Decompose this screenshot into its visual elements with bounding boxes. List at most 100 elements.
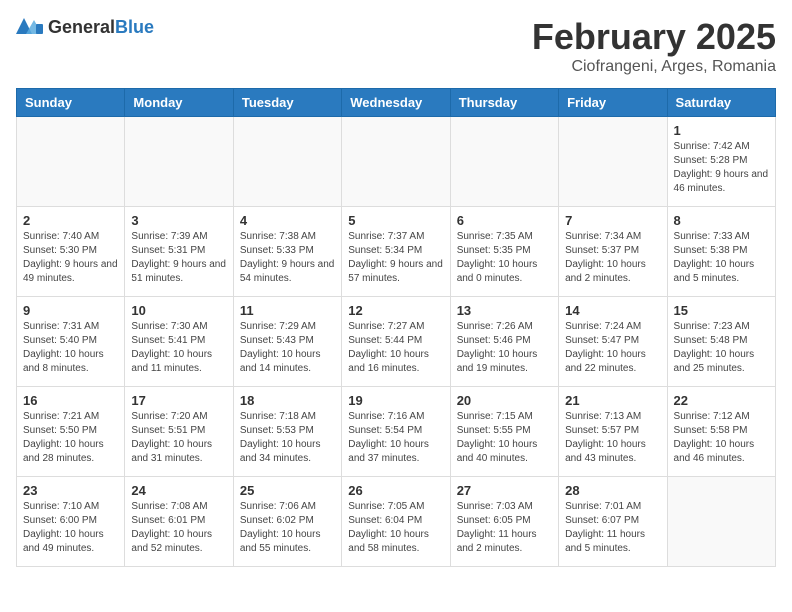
calendar-day-cell: 15 Sunrise: 7:23 AM Sunset: 5:48 PM Dayli… [667, 297, 775, 387]
day-info: Sunrise: 7:30 AM Sunset: 5:41 PM Dayligh… [131, 320, 226, 376]
calendar-table: SundayMondayTuesdayWednesdayThursdayFrid… [16, 88, 776, 567]
day-info: Sunrise: 7:13 AM Sunset: 5:57 PM Dayligh… [565, 410, 660, 466]
calendar-day-cell: 10 Sunrise: 7:30 AM Sunset: 5:41 PM Dayli… [125, 297, 233, 387]
calendar-day-cell [233, 117, 341, 207]
day-number: 25 [240, 483, 335, 498]
day-info: Sunrise: 7:31 AM Sunset: 5:40 PM Dayligh… [23, 320, 118, 376]
day-number: 10 [131, 303, 226, 318]
calendar-week-row: 1 Sunrise: 7:42 AM Sunset: 5:28 PM Daylig… [17, 117, 776, 207]
day-number: 16 [23, 393, 118, 408]
calendar-day-cell: 21 Sunrise: 7:13 AM Sunset: 5:57 PM Dayli… [559, 387, 667, 477]
day-info: Sunrise: 7:15 AM Sunset: 5:55 PM Dayligh… [457, 410, 552, 466]
calendar-day-cell: 11 Sunrise: 7:29 AM Sunset: 5:43 PM Dayli… [233, 297, 341, 387]
logo: GeneralBlue [16, 16, 154, 38]
day-of-week-header: Sunday [17, 89, 125, 117]
calendar-day-cell: 24Sunrise: 7:08 AM Sunset: 6:01 PM Dayli… [125, 477, 233, 567]
calendar-day-cell: 4 Sunrise: 7:38 AM Sunset: 5:33 PM Daylig… [233, 207, 341, 297]
day-info: Sunrise: 7:37 AM Sunset: 5:34 PM Dayligh… [348, 230, 443, 286]
calendar-header-row: SundayMondayTuesdayWednesdayThursdayFrid… [17, 89, 776, 117]
calendar-day-cell: 18Sunrise: 7:18 AM Sunset: 5:53 PM Dayli… [233, 387, 341, 477]
header: GeneralBlue February 2025 Ciofrangeni, A… [16, 16, 776, 76]
day-number: 17 [131, 393, 226, 408]
day-number: 22 [674, 393, 769, 408]
calendar-title: February 2025 [532, 16, 776, 58]
day-info: Sunrise: 7:26 AM Sunset: 5:46 PM Dayligh… [457, 320, 552, 376]
logo-text: GeneralBlue [48, 17, 154, 38]
day-number: 6 [457, 213, 552, 228]
day-info: Sunrise: 7:35 AM Sunset: 5:35 PM Dayligh… [457, 230, 552, 286]
day-number: 27 [457, 483, 552, 498]
day-number: 1 [674, 123, 769, 138]
calendar-day-cell: 6 Sunrise: 7:35 AM Sunset: 5:35 PM Daylig… [450, 207, 558, 297]
calendar-day-cell: 9 Sunrise: 7:31 AM Sunset: 5:40 PM Daylig… [17, 297, 125, 387]
calendar-day-cell [125, 117, 233, 207]
day-number: 19 [348, 393, 443, 408]
calendar-week-row: 23 Sunrise: 7:10 AM Sunset: 6:00 PM Dayli… [17, 477, 776, 567]
calendar-day-cell: 25 Sunrise: 7:06 AM Sunset: 6:02 PM Dayli… [233, 477, 341, 567]
calendar-day-cell [342, 117, 450, 207]
day-number: 4 [240, 213, 335, 228]
day-info: Sunrise: 7:29 AM Sunset: 5:43 PM Dayligh… [240, 320, 335, 376]
day-number: 9 [23, 303, 118, 318]
title-area: February 2025 Ciofrangeni, Arges, Romani… [532, 16, 776, 76]
calendar-day-cell: 16 Sunrise: 7:21 AM Sunset: 5:50 PM Dayli… [17, 387, 125, 477]
day-number: 23 [23, 483, 118, 498]
day-info: Sunrise: 7:21 AM Sunset: 5:50 PM Dayligh… [23, 410, 118, 466]
day-number: 12 [348, 303, 443, 318]
day-info: Sunrise: 7:16 AM Sunset: 5:54 PM Dayligh… [348, 410, 443, 466]
calendar-day-cell [559, 117, 667, 207]
day-number: 15 [674, 303, 769, 318]
day-number: 26 [348, 483, 443, 498]
day-info: Sunrise: 7:06 AM Sunset: 6:02 PM Dayligh… [240, 500, 335, 556]
day-number: 2 [23, 213, 118, 228]
day-info: Sunrise: 7:12 AM Sunset: 5:58 PM Dayligh… [674, 410, 769, 466]
calendar-day-cell [667, 477, 775, 567]
calendar-day-cell: 20 Sunrise: 7:15 AM Sunset: 5:55 PM Dayli… [450, 387, 558, 477]
day-info: Sunrise: 7:40 AM Sunset: 5:30 PM Dayligh… [23, 230, 118, 286]
day-info: Sunrise: 7:38 AM Sunset: 5:33 PM Dayligh… [240, 230, 335, 286]
day-number: 8 [674, 213, 769, 228]
day-of-week-header: Wednesday [342, 89, 450, 117]
day-info: Sunrise: 7:33 AM Sunset: 5:38 PM Dayligh… [674, 230, 769, 286]
day-info: Sunrise: 7:18 AM Sunset: 5:53 PM Dayligh… [240, 410, 335, 466]
calendar-day-cell: 17 Sunrise: 7:20 AM Sunset: 5:51 PM Dayli… [125, 387, 233, 477]
day-info: Sunrise: 7:24 AM Sunset: 5:47 PM Dayligh… [565, 320, 660, 376]
day-number: 20 [457, 393, 552, 408]
day-number: 14 [565, 303, 660, 318]
calendar-day-cell: 2 Sunrise: 7:40 AM Sunset: 5:30 PM Daylig… [17, 207, 125, 297]
day-info: Sunrise: 7:10 AM Sunset: 6:00 PM Dayligh… [23, 500, 118, 556]
calendar-week-row: 2 Sunrise: 7:40 AM Sunset: 5:30 PM Daylig… [17, 207, 776, 297]
calendar-day-cell: 1 Sunrise: 7:42 AM Sunset: 5:28 PM Daylig… [667, 117, 775, 207]
day-number: 3 [131, 213, 226, 228]
day-info: Sunrise: 7:01 AM Sunset: 6:07 PM Dayligh… [565, 500, 660, 556]
day-info: Sunrise: 7:39 AM Sunset: 5:31 PM Dayligh… [131, 230, 226, 286]
day-info: Sunrise: 7:03 AM Sunset: 6:05 PM Dayligh… [457, 500, 552, 556]
calendar-day-cell: 8 Sunrise: 7:33 AM Sunset: 5:38 PM Daylig… [667, 207, 775, 297]
calendar-day-cell: 5 Sunrise: 7:37 AM Sunset: 5:34 PM Daylig… [342, 207, 450, 297]
calendar-day-cell: 23 Sunrise: 7:10 AM Sunset: 6:00 PM Dayli… [17, 477, 125, 567]
calendar-day-cell: 13 Sunrise: 7:26 AM Sunset: 5:46 PM Dayli… [450, 297, 558, 387]
day-of-week-header: Saturday [667, 89, 775, 117]
day-number: 28 [565, 483, 660, 498]
calendar-week-row: 9 Sunrise: 7:31 AM Sunset: 5:40 PM Daylig… [17, 297, 776, 387]
calendar-day-cell [450, 117, 558, 207]
day-info: Sunrise: 7:20 AM Sunset: 5:51 PM Dayligh… [131, 410, 226, 466]
calendar-day-cell [17, 117, 125, 207]
day-number: 24 [131, 483, 226, 498]
calendar-subtitle: Ciofrangeni, Arges, Romania [532, 58, 776, 76]
day-of-week-header: Tuesday [233, 89, 341, 117]
logo-icon [16, 16, 44, 38]
calendar-week-row: 16 Sunrise: 7:21 AM Sunset: 5:50 PM Dayli… [17, 387, 776, 477]
day-info: Sunrise: 7:42 AM Sunset: 5:28 PM Dayligh… [674, 140, 769, 196]
day-info: Sunrise: 7:23 AM Sunset: 5:48 PM Dayligh… [674, 320, 769, 376]
day-number: 13 [457, 303, 552, 318]
calendar-day-cell: 27 Sunrise: 7:03 AM Sunset: 6:05 PM Dayli… [450, 477, 558, 567]
calendar-day-cell: 26Sunrise: 7:05 AM Sunset: 6:04 PM Dayli… [342, 477, 450, 567]
day-of-week-header: Monday [125, 89, 233, 117]
calendar-day-cell: 3 Sunrise: 7:39 AM Sunset: 5:31 PM Daylig… [125, 207, 233, 297]
day-number: 21 [565, 393, 660, 408]
day-info: Sunrise: 7:27 AM Sunset: 5:44 PM Dayligh… [348, 320, 443, 376]
day-number: 5 [348, 213, 443, 228]
day-number: 11 [240, 303, 335, 318]
calendar-day-cell: 7Sunrise: 7:34 AM Sunset: 5:37 PM Daylig… [559, 207, 667, 297]
